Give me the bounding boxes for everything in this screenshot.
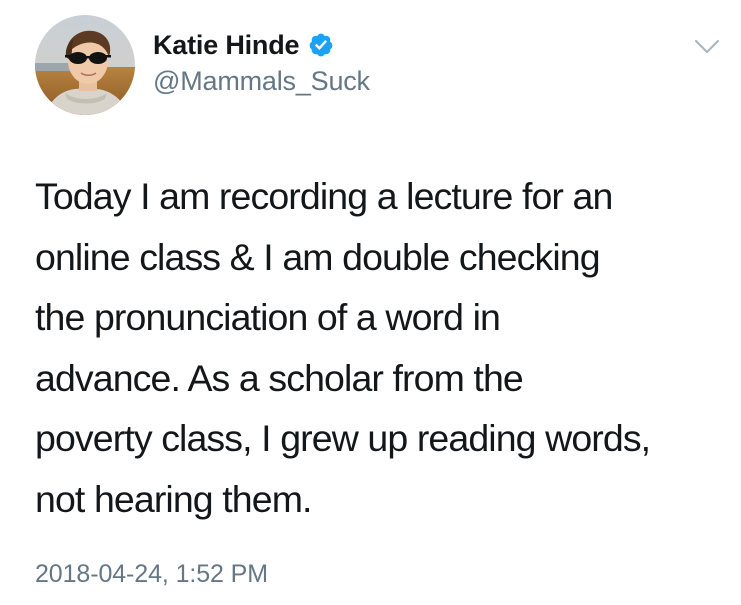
tweet-card: Katie Hinde @Mammals_Suck Today I am rec… [0, 0, 741, 605]
display-name[interactable]: Katie Hinde [153, 30, 300, 61]
verified-badge-icon [309, 33, 333, 57]
tweet-text: Today I am recording a lecture for an on… [35, 175, 651, 520]
chevron-down-icon[interactable] [694, 38, 720, 56]
avatar-photo [35, 15, 135, 115]
author-handle[interactable]: @Mammals_Suck [153, 66, 370, 97]
avatar[interactable] [35, 15, 135, 115]
author-name-row[interactable]: Katie Hinde [153, 28, 334, 62]
tweet-timestamp[interactable]: 2018-04-24, 1:52 PM [35, 560, 268, 589]
